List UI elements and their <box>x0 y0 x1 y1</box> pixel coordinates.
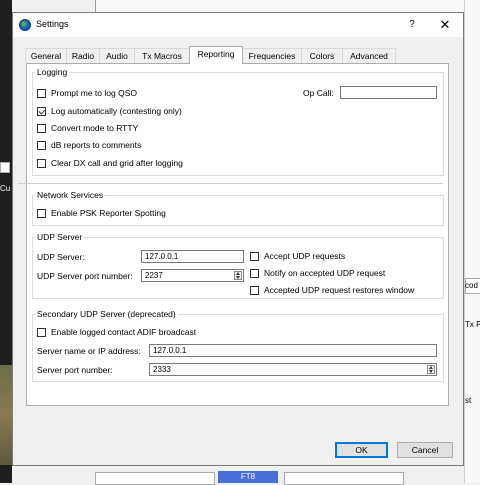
secondary-udp-title: Secondary UDP Server (deprecated) <box>35 309 178 319</box>
secondary-server-input[interactable]: 127.0.0.1 <box>149 344 437 357</box>
notify-udp-checkbox[interactable] <box>250 268 259 278</box>
background-label-right-c: st <box>465 396 472 405</box>
ok-button[interactable]: OK <box>335 442 388 458</box>
background-mode-indicator: FT8 <box>218 471 278 483</box>
prompt-log-qso-label: Prompt me to log QSO <box>51 88 137 98</box>
cancel-button[interactable]: Cancel <box>397 442 453 458</box>
psk-reporter-checkbox[interactable] <box>37 208 46 218</box>
udp-port-label: UDP Server port number: <box>37 271 133 281</box>
tab-audio[interactable]: Audio <box>99 48 135 63</box>
restore-window-option[interactable]: Accepted UDP request restores window <box>250 284 414 296</box>
prompt-log-qso-checkbox[interactable] <box>37 88 46 98</box>
log-automatically-option[interactable]: Log automatically (contesting only) <box>37 105 182 117</box>
accept-udp-checkbox[interactable] <box>250 251 259 261</box>
adif-broadcast-checkbox[interactable] <box>37 327 46 337</box>
accept-udp-option[interactable]: Accept UDP requests <box>250 250 345 262</box>
app-globe-icon <box>19 19 31 31</box>
udp-port-spinbox[interactable]: 2237 <box>141 269 244 282</box>
log-automatically-checkbox[interactable] <box>37 106 46 116</box>
tab-advanced[interactable]: Advanced <box>342 48 396 63</box>
background-label-right-a: cod <box>465 281 478 290</box>
db-reports-option[interactable]: dB reports to comments <box>37 139 141 151</box>
tab-radio[interactable]: Radio <box>66 48 100 63</box>
secondary-server-label: Server name or IP address: <box>37 346 141 356</box>
secondary-port-label: Server port number: <box>37 365 113 375</box>
secondary-port-stepper-icon[interactable] <box>427 365 435 374</box>
udp-server-label: UDP Server: <box>37 252 85 262</box>
secondary-port-value: 2333 <box>153 365 171 374</box>
tab-frequencies[interactable]: Frequencies <box>242 48 302 63</box>
clear-dx-checkbox[interactable] <box>37 158 46 168</box>
section-divider <box>18 183 443 184</box>
clear-dx-option[interactable]: Clear DX call and grid after logging <box>37 157 183 169</box>
secondary-port-spinbox[interactable]: 2333 <box>149 363 437 376</box>
restore-window-checkbox[interactable] <box>250 285 259 295</box>
convert-rtty-label: Convert mode to RTTY <box>51 123 139 133</box>
udp-server-title: UDP Server <box>35 232 85 242</box>
db-reports-label: dB reports to comments <box>51 140 142 150</box>
network-services-title: Network Services <box>35 190 106 200</box>
convert-rtty-checkbox[interactable] <box>37 123 46 133</box>
op-call-label: Op Call: <box>303 88 334 98</box>
logging-group-title: Logging <box>35 67 70 77</box>
clear-dx-label: Clear DX call and grid after logging <box>51 158 183 168</box>
udp-server-input[interactable]: 127.0.0.1 <box>141 250 244 263</box>
tab-reporting[interactable]: Reporting <box>189 46 243 64</box>
tab-colors[interactable]: Colors <box>301 48 343 63</box>
title-bar[interactable]: Settings ? ✕ <box>13 13 463 37</box>
log-automatically-label: Log automatically (contesting only) <box>51 106 182 116</box>
notify-udp-option[interactable]: Notify on accepted UDP request <box>250 267 385 279</box>
help-button[interactable]: ? <box>405 18 419 32</box>
tab-general[interactable]: General <box>25 48 67 63</box>
background-image <box>0 365 12 465</box>
adif-broadcast-label: Enable logged contact ADIF broadcast <box>51 327 197 337</box>
op-call-input[interactable] <box>340 86 437 99</box>
restore-window-label: Accepted UDP request restores window <box>264 285 415 295</box>
background-label-right-b: Tx F <box>465 320 480 329</box>
close-button[interactable]: ✕ <box>437 17 453 33</box>
db-reports-checkbox[interactable] <box>37 140 46 150</box>
udp-port-value: 2237 <box>145 271 163 280</box>
background-field-bottom-right <box>284 472 404 485</box>
udp-port-stepper-icon[interactable] <box>234 271 242 280</box>
background-checkbox <box>0 162 10 173</box>
adif-broadcast-option[interactable]: Enable logged contact ADIF broadcast <box>37 326 196 338</box>
convert-rtty-option[interactable]: Convert mode to RTTY <box>37 122 138 134</box>
prompt-log-qso-option[interactable]: Prompt me to log QSO <box>37 87 137 99</box>
psk-reporter-option[interactable]: Enable PSK Reporter Spotting <box>37 207 166 219</box>
background-window-top <box>95 0 466 12</box>
tab-tx-macros[interactable]: Tx Macros <box>134 48 190 63</box>
background-label-left: Cu <box>0 184 11 193</box>
dialog-title: Settings <box>36 19 69 29</box>
accept-udp-label: Accept UDP requests <box>264 251 346 261</box>
notify-udp-label: Notify on accepted UDP request <box>264 268 386 278</box>
psk-reporter-label: Enable PSK Reporter Spotting <box>51 208 166 218</box>
background-field-bottom-left <box>95 472 215 485</box>
background-window-right <box>464 0 480 483</box>
